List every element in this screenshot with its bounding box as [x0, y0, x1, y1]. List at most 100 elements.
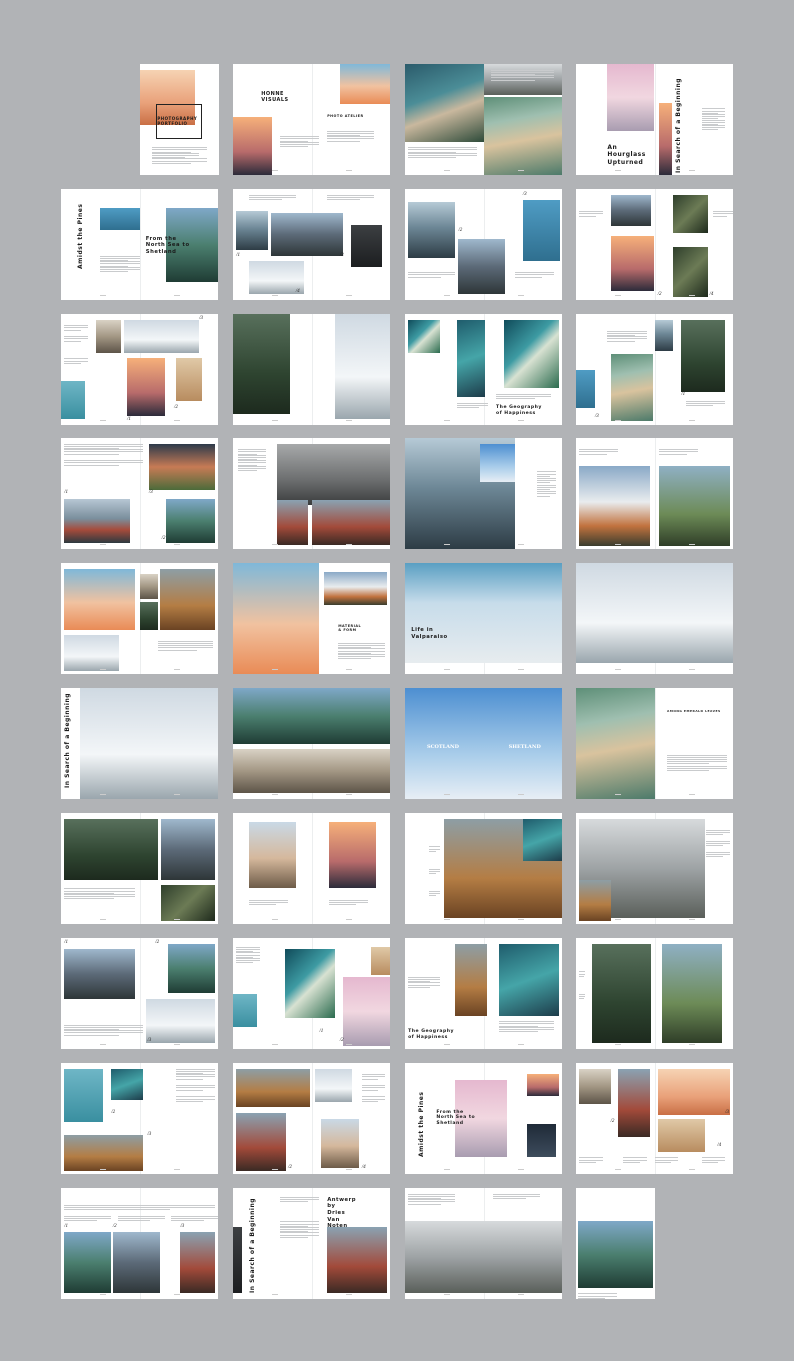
photo-number: /4	[361, 1165, 366, 1171]
photo	[64, 949, 135, 1000]
photo	[591, 943, 652, 1044]
text-line	[175, 1087, 215, 1089]
text-line	[237, 451, 266, 453]
folio	[689, 919, 696, 920]
folio	[272, 669, 279, 670]
text-line	[701, 116, 726, 118]
text-line	[579, 449, 619, 451]
text-line	[607, 336, 647, 338]
spread-fold	[139, 438, 141, 549]
folio	[346, 1294, 353, 1295]
photo	[233, 688, 390, 744]
folio	[272, 1169, 279, 1170]
folio	[444, 669, 451, 670]
photo-number: /4	[717, 1142, 722, 1148]
text-line	[579, 213, 603, 215]
photo	[166, 499, 215, 544]
text-line	[280, 1199, 320, 1201]
photo-number: /2	[155, 940, 160, 946]
text-line	[408, 976, 440, 978]
text-line	[579, 1159, 603, 1161]
photo	[579, 1068, 611, 1105]
text-line	[170, 1217, 218, 1219]
text-line	[701, 129, 719, 131]
text-line	[64, 462, 143, 464]
text-line	[117, 1220, 151, 1222]
folio	[518, 170, 525, 171]
photo-number: /3	[148, 490, 153, 496]
photo	[159, 568, 215, 630]
text-line	[408, 982, 440, 984]
folio	[272, 919, 279, 920]
folio	[346, 794, 353, 795]
photo	[522, 818, 562, 861]
folio	[518, 919, 525, 920]
folio	[272, 1044, 279, 1045]
text-line	[280, 1223, 320, 1225]
folio	[174, 1169, 181, 1170]
text-line	[236, 946, 260, 948]
text-line	[701, 1159, 726, 1161]
text-line	[158, 645, 214, 647]
text-line	[280, 143, 320, 145]
spread-fold	[139, 189, 141, 300]
photo-number: /1	[236, 253, 241, 259]
text-line	[64, 340, 81, 342]
text-line	[64, 1026, 143, 1028]
text-line	[496, 396, 551, 398]
text-line	[361, 1074, 386, 1076]
photo	[673, 246, 708, 297]
photo-number: /2	[657, 292, 662, 298]
text-line	[667, 756, 727, 758]
photo-number: /2	[339, 1037, 344, 1043]
text-line	[361, 1085, 386, 1087]
text-line	[579, 975, 584, 977]
text-line	[280, 146, 308, 148]
text-line	[175, 1076, 215, 1078]
text-line	[64, 896, 135, 898]
text-line	[327, 138, 375, 140]
photo-number: /2	[458, 227, 463, 233]
text-line	[514, 276, 543, 278]
text-line	[667, 754, 727, 756]
text-line	[659, 451, 699, 453]
text-line	[175, 1100, 204, 1102]
text-line	[248, 198, 282, 200]
text-line	[158, 647, 214, 649]
text-line	[361, 1078, 379, 1080]
photo-number: /2	[111, 1109, 116, 1115]
text-line	[175, 1070, 215, 1072]
spread-page: An Hourglass Upturned In Search of a Begi…	[576, 64, 733, 175]
text-line	[579, 993, 586, 995]
text-line	[408, 152, 478, 154]
text-line	[158, 642, 214, 644]
text-line	[117, 1217, 165, 1219]
photo	[527, 1074, 559, 1097]
folio	[518, 1044, 525, 1045]
text-line	[499, 1021, 555, 1023]
text-line	[64, 443, 143, 445]
text-line	[280, 141, 320, 143]
photo	[175, 358, 203, 401]
photo	[139, 574, 159, 599]
text-line	[408, 272, 456, 274]
photo	[139, 601, 159, 630]
photo	[607, 64, 655, 131]
spread-page: /2/3	[405, 189, 562, 300]
text-line	[701, 121, 726, 123]
text-line	[237, 462, 266, 464]
text-line	[536, 495, 551, 497]
spread-page	[61, 563, 218, 674]
photo	[327, 1226, 387, 1294]
text-line	[579, 451, 619, 453]
text-line	[579, 1157, 603, 1159]
text-line	[338, 650, 386, 652]
text-line	[456, 407, 479, 409]
text-line	[175, 1089, 204, 1091]
text-line	[408, 274, 456, 276]
spread-page: /1/2/3	[61, 938, 218, 1049]
folio	[100, 794, 107, 795]
spread-page	[576, 563, 733, 674]
photo-number: /4	[709, 292, 714, 298]
text-line	[158, 640, 214, 642]
